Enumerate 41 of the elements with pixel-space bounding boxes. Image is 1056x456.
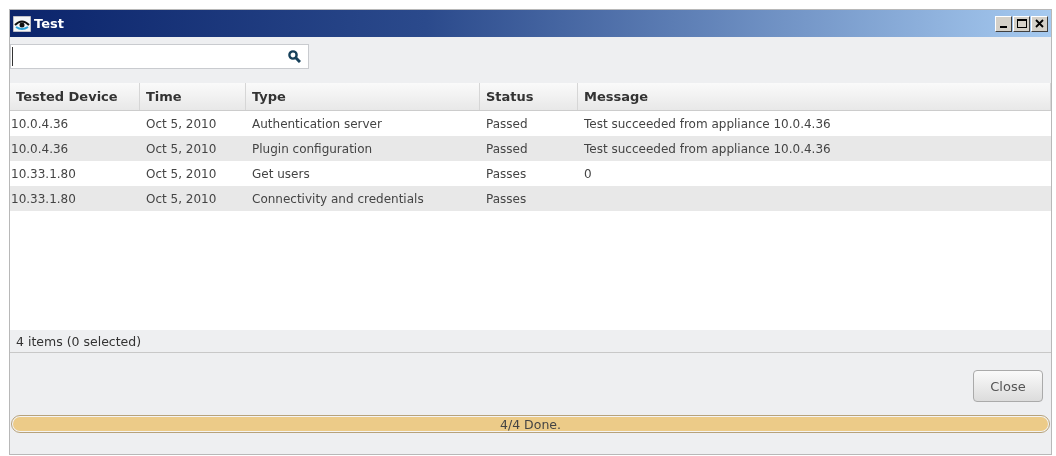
- close-dialog-button[interactable]: Close: [973, 370, 1043, 402]
- close-button[interactable]: [1031, 15, 1048, 32]
- minimize-icon: [1000, 26, 1007, 28]
- close-icon: [1035, 19, 1044, 28]
- table-cell: Test succeeded from appliance 10.0.4.36: [584, 116, 831, 131]
- progress-text: 4/4 Done.: [499, 416, 562, 432]
- table-cell: Passes: [486, 166, 527, 181]
- search-field[interactable]: [10, 44, 309, 69]
- column-header[interactable]: Type: [246, 83, 480, 110]
- table-cell: 10.0.4.36: [11, 116, 69, 131]
- column-header[interactable]: Message: [578, 83, 1051, 110]
- maximize-icon: [1016, 19, 1027, 28]
- table-row[interactable]: 10.33.1.80 Oct 5, 2010 Get users Passes 0: [10, 161, 1051, 186]
- table-cell: Plugin configuration: [252, 141, 373, 156]
- column-header[interactable]: Time: [140, 83, 246, 110]
- table-row[interactable]: 10.0.4.36 Oct 5, 2010 Plugin configuration Passed Test succeeded from appliance 10.0.4.36: [10, 136, 1051, 161]
- minimize-button[interactable]: [995, 15, 1012, 32]
- table-cell: 10.0.4.36: [11, 141, 69, 156]
- table-cell: Passes: [486, 191, 527, 206]
- search-icon: [288, 50, 301, 63]
- table-cell: Get users: [252, 166, 310, 181]
- table-row[interactable]: 10.33.1.80 Oct 5, 2010 Connectivity and credentials Passes: [10, 186, 1051, 211]
- table-cell: 0: [584, 166, 592, 181]
- table-row[interactable]: 10.0.4.36 Oct 5, 2010 Authentication server Passed Test succeeded from appliance 10.0.4.36: [10, 111, 1051, 136]
- table-cell: Oct 5, 2010: [146, 191, 217, 206]
- window-title: Test: [34, 16, 64, 31]
- table-cell: Oct 5, 2010: [146, 166, 217, 181]
- table-cell: 10.33.1.80: [11, 166, 76, 181]
- table-cell: Authentication server: [252, 116, 382, 131]
- table-cell: Test succeeded from appliance 10.0.4.36: [584, 141, 831, 156]
- table-cell: Oct 5, 2010: [146, 141, 217, 156]
- column-header[interactable]: Tested Device: [10, 83, 140, 110]
- column-header[interactable]: Status: [480, 83, 578, 110]
- item-count: 4 items (0 selected): [16, 333, 142, 349]
- table-cell: Oct 5, 2010: [146, 116, 217, 131]
- eye-icon: [13, 15, 31, 32]
- maximize-button[interactable]: [1013, 15, 1030, 32]
- table-cell: Passed: [486, 116, 528, 131]
- table-cell: Passed: [486, 141, 528, 156]
- table-cell: 10.33.1.80: [11, 191, 76, 206]
- table-cell: Connectivity and credentials: [252, 191, 424, 206]
